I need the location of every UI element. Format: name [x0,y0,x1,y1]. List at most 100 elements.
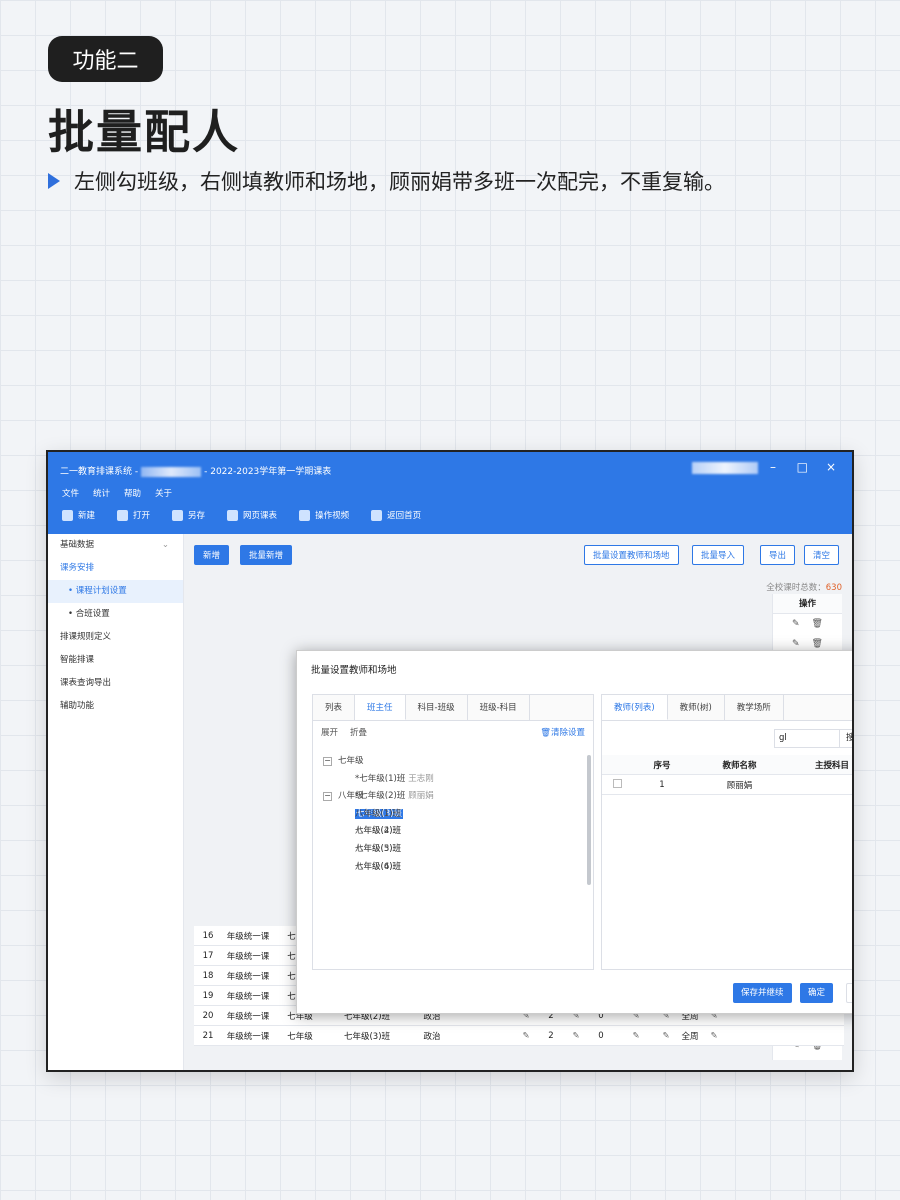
video-button[interactable]: 操作视频 [299,509,349,521]
trash-icon: 🗑 [540,728,551,738]
new-button[interactable]: 新建 [62,509,95,521]
tab-subject-class[interactable]: 科目-班级 [406,695,468,720]
tree-group-grade8[interactable]: − 八年级 [313,788,591,806]
sidebar-label: 基础数据 [60,540,95,550]
teacher-search: gl 搜索 [774,729,852,748]
sidebar-item-smart-schedule[interactable]: 智能排课 [48,649,183,672]
home-button[interactable]: 返回首页 [371,509,421,521]
tab-teacher-list[interactable]: 教师(列表) [602,695,668,720]
sidebar-item-aux[interactable]: 辅助功能 [48,695,183,718]
edit-icon[interactable]: ✎ [792,619,800,629]
delete-icon[interactable]: 🗑 [812,639,823,649]
class-panel: 列表 班主任 科目-班级 班级-科目 展开 折叠 🗑清除设置 − 七年级 *七年级… [312,694,594,970]
edit-icon[interactable]: ✎ [656,1031,676,1041]
row-type: 年级统一课 [226,971,270,982]
page-title: 批量配人 [48,105,240,159]
save-continue-button[interactable]: 保存并继续 [733,983,792,1003]
batch-import-button[interactable]: 批量导入 [692,545,745,565]
edit-icon[interactable]: ✎ [566,1031,586,1041]
title-suffix: - 2022-2023学年第一学期课表 [204,467,332,477]
col-name: 教师名称 [722,760,757,771]
sidebar-item-merge-class[interactable]: • 合班设置 [48,603,183,626]
row-checkbox[interactable] [612,778,622,788]
batch-add-button[interactable]: 批量新增 [240,545,293,565]
cancel-button[interactable]: 取消 [846,983,852,1003]
teacher-panel: 教师(列表) 教师(树) 教学场所 gl 搜索 序号 教师名称 主授科目 [601,694,852,970]
tab-teacher-tree[interactable]: 教师(树) [668,695,725,720]
sidebar-item-rules[interactable]: 排课规则定义 [48,626,183,649]
subtitle-text: 左侧勾班级，右侧填教师和场地，顾丽娟带多班一次配完，不重复输。 [74,170,725,194]
search-input[interactable]: gl [774,729,840,748]
tree-class-item[interactable]: 八年级(4)班 [313,859,591,877]
tree-class-item[interactable]: 八年级(3)班 [313,841,591,859]
close-window-icon[interactable]: × [826,460,836,474]
title-bar: 二一教育排课系统 - - 2022-2023学年第一学期课表 – □ × 文件 统… [48,452,852,534]
search-button[interactable]: 搜索 [840,729,852,748]
tab-list[interactable]: 列表 [313,695,356,720]
clear-setting-button[interactable]: 🗑清除设置 [540,726,585,738]
table-row[interactable]: 1 顾丽娟 [602,775,852,795]
blurred-school-name [141,466,202,477]
menu-about[interactable]: 关于 [155,487,172,499]
head-teacher-name: 王志刚 [408,773,434,784]
row-no: 18 [202,970,214,981]
edit-icon[interactable]: ✎ [516,1031,536,1041]
row-no: 19 [202,990,214,1001]
col-no: 序号 [653,760,671,771]
tab-venue[interactable]: 教学场所 [725,695,784,720]
sidebar-item-basic-data[interactable]: 基础数据 ⌄ [48,534,183,557]
video-label: 操作视频 [315,511,350,521]
row-no: 20 [202,1010,214,1021]
row-type: 年级统一课 [226,951,270,962]
folder-icon [117,509,129,521]
tree-group-grade7[interactable]: − 七年级 [313,753,591,771]
total-label: 全校课时总数： [766,583,826,593]
add-button[interactable]: 新增 [194,545,230,565]
row-grade: 七年级 [287,1031,313,1042]
row-subject: 政治 [423,1031,441,1042]
collapse-toggle-icon[interactable]: − [323,792,332,802]
new-label: 新建 [78,511,96,521]
tab-head-teacher[interactable]: 班主任 [355,695,406,720]
total-hours: 全校课时总数：630 [766,581,842,593]
table-icon [227,509,239,521]
expand-button[interactable]: 展开 [321,726,338,738]
collapse-button[interactable]: 折叠 [350,726,367,738]
row-type: 年级统一课 [226,991,270,1002]
ok-button[interactable]: 确定 [800,983,834,1003]
new-file-icon [62,509,73,521]
edit-icon[interactable]: ✎ [704,1031,724,1041]
tree-class-item[interactable]: 八年级(2)班 [313,823,591,841]
delete-icon[interactable]: 🗑 [812,619,823,629]
feature-badge: 功能二 [48,36,163,82]
row-teacher-name: 顾丽娟 [726,780,753,791]
sidebar-item-course-plan[interactable]: • 课程计划设置 [48,580,183,603]
collapse-toggle-icon[interactable]: − [323,757,332,766]
minimize-icon[interactable]: – [770,460,776,474]
maximize-icon[interactable]: □ [797,460,808,474]
main-panel: 新增 批量新增 批量设置教师和场地 批量导入 导出 清空 全校课时总数：630 … [184,534,852,1070]
clear-button[interactable]: 清空 [804,545,840,565]
tree-class-item[interactable]: 八年级(1)班 [313,806,591,824]
menu-file[interactable]: 文件 [62,487,79,499]
dialog-title: 批量设置教师和场地 [311,665,397,676]
batch-set-button[interactable]: 批量设置教师和场地 [584,545,679,565]
open-label: 打开 [133,511,151,521]
menu-help[interactable]: 帮助 [124,487,141,499]
table-row[interactable]: 21 年级统一课 七年级 七年级(3)班 政治 ✎ 2 ✎ 0 ✎ ✎ 全周 ✎ [194,1026,844,1046]
edit-icon[interactable]: ✎ [792,639,800,649]
tree-scrollbar[interactable] [587,755,591,885]
sidebar-item-query-export[interactable]: 课表查询导出 [48,672,183,695]
total-value: 630 [825,583,842,593]
sidebar-item-course-tasks[interactable]: 课务安排 [48,557,183,580]
edit-icon[interactable]: ✎ [616,1031,656,1041]
op-header: 操作 [773,594,842,614]
open-button[interactable]: 打开 [117,509,150,521]
tree-class-item[interactable]: *七年级(1)班 王志刚 [313,771,591,789]
tab-class-subject[interactable]: 班级-科目 [468,695,530,720]
export-button[interactable]: 导出 [760,545,796,565]
save-as-button[interactable]: 另存 [172,509,205,521]
web-schedule-button[interactable]: 网页课表 [227,509,277,521]
teacher-table-header: 序号 教师名称 主授科目 [602,755,852,775]
menu-stats[interactable]: 统计 [93,487,110,499]
